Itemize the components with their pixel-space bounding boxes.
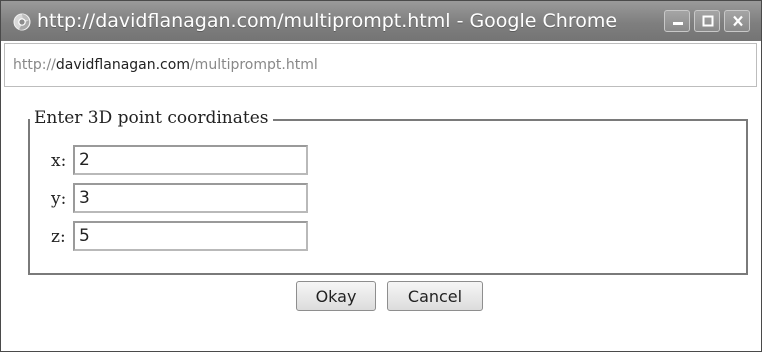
url-text: http://davidflanagan.com/multiprompt.htm…	[13, 57, 318, 73]
x-label: x:	[51, 151, 67, 171]
page-content: Enter 3D point coordinates x: y: z: Okay…	[4, 89, 757, 347]
url-scheme: http://	[13, 57, 56, 73]
maximize-icon	[702, 15, 714, 27]
y-input[interactable]	[73, 183, 308, 213]
x-input[interactable]	[73, 145, 308, 175]
okay-button[interactable]: Okay	[296, 281, 376, 311]
url-path: /multiprompt.html	[189, 57, 318, 73]
minimize-icon	[673, 22, 683, 25]
browser-window: http://davidflanagan.com/multiprompt.htm…	[0, 0, 762, 352]
close-icon	[733, 15, 743, 27]
fieldset-legend: Enter 3D point coordinates	[30, 106, 273, 130]
z-input[interactable]	[73, 221, 308, 251]
maximize-button[interactable]	[694, 10, 720, 32]
chrome-icon	[13, 13, 31, 31]
cancel-button[interactable]: Cancel	[387, 281, 483, 311]
minimize-button[interactable]	[664, 10, 690, 32]
close-button[interactable]	[724, 10, 750, 32]
y-label: y:	[51, 189, 67, 209]
address-bar[interactable]: http://davidflanagan.com/multiprompt.htm…	[4, 43, 757, 87]
z-label: z:	[51, 227, 66, 247]
window-title: http://davidflanagan.com/multiprompt.htm…	[37, 10, 618, 32]
title-bar[interactable]: http://davidflanagan.com/multiprompt.htm…	[1, 1, 761, 41]
url-host: davidflanagan.com	[55, 57, 190, 73]
